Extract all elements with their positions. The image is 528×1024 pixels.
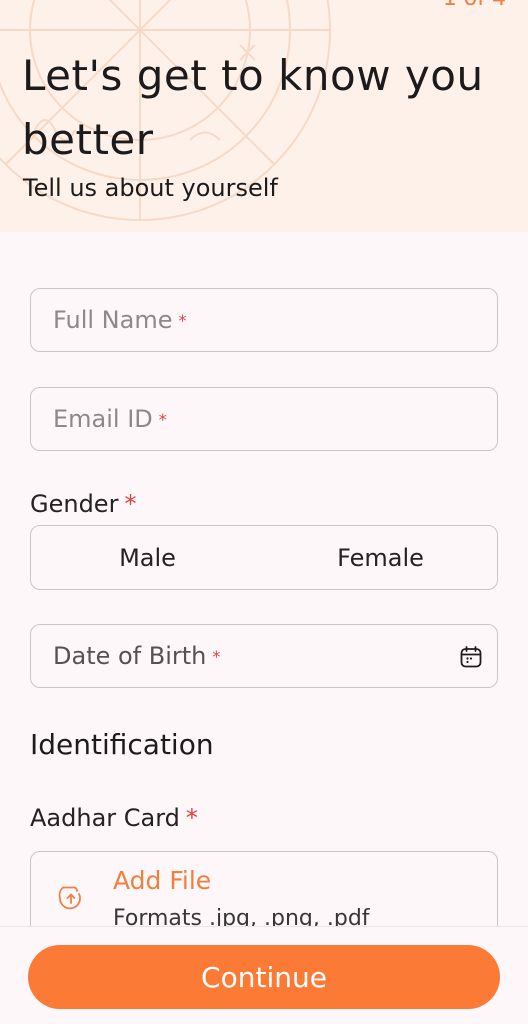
aadhar-label: Aadhar Card * [30,804,198,832]
gender-label: Gender * [30,490,136,518]
required-asterisk: * [158,409,167,429]
required-asterisk: * [185,804,198,832]
continue-button[interactable]: Continue [28,945,500,1009]
required-asterisk: * [212,646,221,666]
required-asterisk: * [124,490,137,518]
gender-label-text: Gender [30,490,119,518]
gender-option-female[interactable]: Female [264,526,497,589]
date-of-birth-input[interactable]: Date of Birth * [30,624,498,688]
footer: Continue [0,926,528,1024]
email-placeholder: Email ID [53,405,153,433]
aadhar-label-text: Aadhar Card [30,804,180,832]
email-input[interactable]: Email ID * [30,387,498,451]
page-title: Let's get to know you better [22,51,484,164]
identification-heading: Identification [30,728,214,761]
dob-placeholder: Date of Birth [53,642,207,670]
header: 1 of 4 Let's get to know you better Tell… [0,0,528,232]
gender-selector: Male Female [30,525,498,590]
add-file-label: Add File [113,866,212,895]
full-name-input[interactable]: Full Name * [30,288,498,352]
page-subtitle: Tell us about yourself [23,174,278,202]
step-indicator: 1 of 4 [443,0,506,11]
gender-option-male[interactable]: Male [31,526,264,589]
required-asterisk: * [178,310,187,330]
upload-icon [58,886,81,910]
calendar-icon[interactable] [459,645,483,669]
full-name-placeholder: Full Name [53,306,173,334]
